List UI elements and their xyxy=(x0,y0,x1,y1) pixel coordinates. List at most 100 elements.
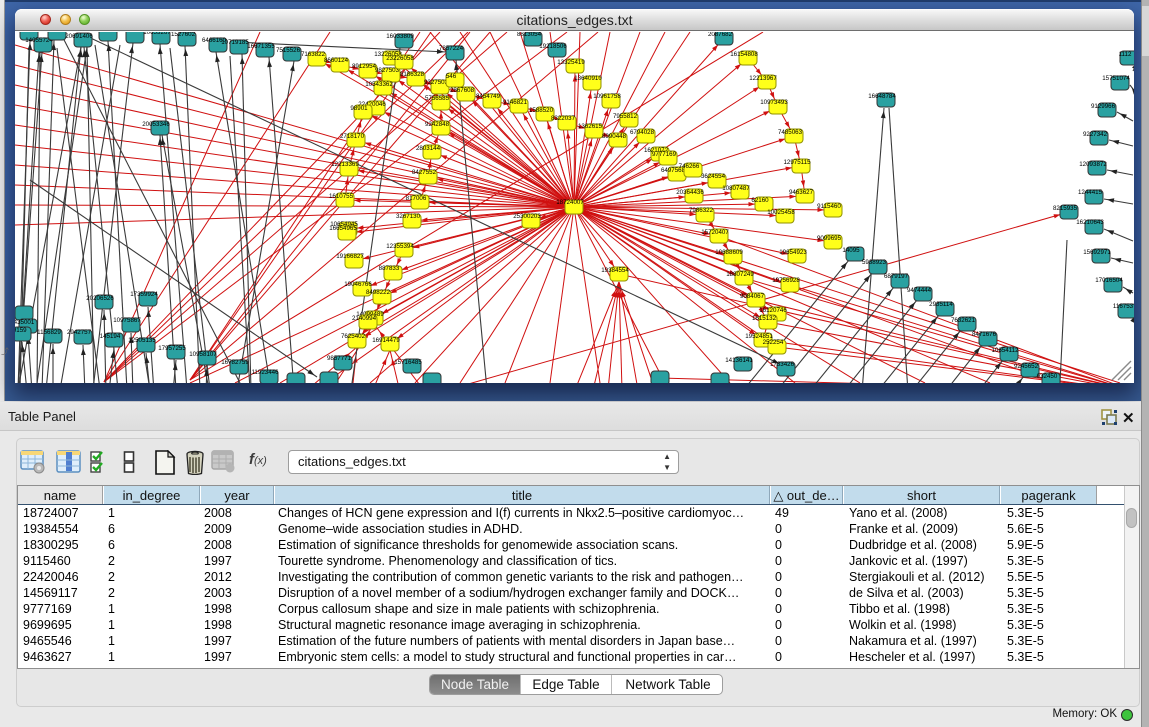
svg-text:2087682: 2087682 xyxy=(708,32,733,38)
svg-text:2935114: 2935114 xyxy=(929,301,953,308)
svg-text:8660124: 8660124 xyxy=(324,57,349,64)
svg-text:8215935: 8215935 xyxy=(1053,205,1078,212)
svg-text:7986322: 7986322 xyxy=(689,207,714,214)
svg-text:19046766: 19046766 xyxy=(344,281,372,288)
svg-text:5756585: 5756585 xyxy=(425,95,450,102)
svg-text:9129966: 9129966 xyxy=(1091,103,1116,110)
svg-text:1615132: 1615132 xyxy=(752,315,777,322)
svg-text:9146821: 9146821 xyxy=(503,99,528,106)
svg-text:10543362: 10543362 xyxy=(365,81,393,88)
svg-text:10975867: 10975867 xyxy=(113,317,141,324)
svg-text:11923446: 11923446 xyxy=(251,369,279,376)
svg-text:9245652: 9245652 xyxy=(1014,363,1039,370)
svg-text:9327503: 9327503 xyxy=(424,79,449,86)
svg-text:16120746: 16120746 xyxy=(759,307,787,314)
svg-text:8322037: 8322037 xyxy=(551,115,576,122)
svg-text:2140994: 2140994 xyxy=(352,315,377,322)
svg-text:15720407: 15720407 xyxy=(701,229,729,236)
svg-text:9777169: 9777169 xyxy=(652,151,677,158)
svg-text:9857771: 9857771 xyxy=(327,355,352,362)
svg-text:12093872: 12093872 xyxy=(1079,161,1107,168)
svg-text:19384554: 19384554 xyxy=(601,267,629,274)
svg-text:9084067: 9084067 xyxy=(740,293,765,300)
svg-text:39159: 39159 xyxy=(15,327,27,334)
svg-text:18724007: 18724007 xyxy=(556,199,584,206)
svg-text:8990448: 8990448 xyxy=(602,133,627,140)
svg-text:8912954: 8912954 xyxy=(352,63,377,70)
svg-text:8813054: 8813054 xyxy=(517,32,542,38)
svg-text:98901: 98901 xyxy=(350,105,368,112)
svg-text:15716485: 15716485 xyxy=(394,359,422,366)
svg-text:1156829: 1156829 xyxy=(37,329,61,336)
svg-text:932450: 932450 xyxy=(1037,373,1058,380)
svg-text:1610755: 1610755 xyxy=(329,193,354,200)
svg-text:7857224: 7857224 xyxy=(439,45,464,52)
svg-text:10688609: 10688609 xyxy=(715,249,743,256)
svg-text:13325419: 13325419 xyxy=(557,59,585,66)
svg-text:16914479: 16914479 xyxy=(372,337,400,344)
svg-text:8186328: 8186328 xyxy=(400,71,425,78)
svg-text:15751074: 15751074 xyxy=(1102,75,1130,82)
svg-text:8471676: 8471676 xyxy=(972,331,997,338)
svg-text:20364436: 20364436 xyxy=(676,189,704,196)
svg-text:16648784: 16648784 xyxy=(868,93,896,100)
svg-text:19166827: 19166827 xyxy=(336,253,364,260)
svg-text:7515526: 7515526 xyxy=(276,47,301,54)
svg-text:6879197: 6879197 xyxy=(884,273,909,280)
svg-text:19756928: 19756928 xyxy=(772,277,800,284)
svg-text:7163822: 7163822 xyxy=(301,51,326,58)
svg-text:15692971: 15692971 xyxy=(1083,249,1111,256)
svg-text:1244415: 1244415 xyxy=(1078,189,1103,196)
svg-text:8454749: 8454749 xyxy=(476,93,501,100)
svg-text:19218506: 19218506 xyxy=(539,43,567,50)
svg-text:10025458: 10025458 xyxy=(767,209,795,216)
svg-text:10973493: 10973493 xyxy=(760,99,788,106)
svg-text:9242848: 9242848 xyxy=(425,121,450,128)
svg-text:9227342: 9227342 xyxy=(1083,131,1108,138)
svg-text:12355394: 12355394 xyxy=(386,243,414,250)
svg-text:16033809: 16033809 xyxy=(386,33,414,40)
svg-text:7632621: 7632621 xyxy=(951,317,976,324)
svg-text:546: 546 xyxy=(446,73,457,80)
svg-text:25300203: 25300203 xyxy=(513,213,541,220)
svg-text:16782759: 16782759 xyxy=(221,359,249,366)
svg-text:62160: 62160 xyxy=(751,197,769,204)
svg-text:12975115: 12975115 xyxy=(783,159,811,166)
svg-text:7955812: 7955812 xyxy=(613,113,638,120)
svg-text:8498222: 8498222 xyxy=(366,289,391,296)
svg-text:3624554: 3624554 xyxy=(701,173,726,180)
svg-text:1588520: 1588520 xyxy=(529,107,554,114)
svg-text:20206526: 20206526 xyxy=(86,295,114,302)
svg-text:13640910: 13640910 xyxy=(574,75,602,82)
svg-text:16654965: 16654965 xyxy=(329,225,357,232)
svg-text:23226058: 23226058 xyxy=(386,55,414,62)
svg-text:1362615: 1362615 xyxy=(578,123,603,130)
svg-text:2867608: 2867608 xyxy=(450,87,475,94)
svg-text:252254: 252254 xyxy=(763,339,784,346)
svg-text:14095: 14095 xyxy=(842,247,860,254)
svg-text:12505135: 12505135 xyxy=(128,337,156,344)
svg-text:12213369: 12213369 xyxy=(331,161,359,168)
svg-text:145194: 145194 xyxy=(100,333,121,340)
svg-text:16210643: 16210643 xyxy=(1076,219,1104,226)
svg-text:17957255: 17957255 xyxy=(158,345,186,352)
svg-text:8427552: 8427552 xyxy=(412,169,437,176)
svg-text:20691406: 20691406 xyxy=(65,33,93,40)
svg-text:16154808: 16154808 xyxy=(730,51,758,58)
svg-text:1733426: 1733426 xyxy=(770,361,795,368)
svg-text:20053346: 20053346 xyxy=(142,121,170,128)
svg-text:1112: 1112 xyxy=(1119,51,1132,58)
svg-text:2803144: 2803144 xyxy=(416,145,441,152)
svg-text:17016504: 17016504 xyxy=(1095,277,1123,284)
svg-text:2942757: 2942757 xyxy=(67,329,92,336)
svg-text:17359924: 17359924 xyxy=(130,291,158,298)
svg-text:18807249: 18807249 xyxy=(726,271,754,278)
svg-text:7485063: 7485063 xyxy=(778,129,803,136)
svg-text:116753: 116753 xyxy=(1113,303,1134,310)
svg-text:10807487: 10807487 xyxy=(722,185,750,192)
svg-text:10958107: 10958107 xyxy=(189,351,217,358)
svg-text:10653267: 10653267 xyxy=(143,32,171,36)
svg-text:9115460: 9115460 xyxy=(817,203,841,210)
svg-text:9463627: 9463627 xyxy=(789,189,814,196)
svg-text:9474444: 9474444 xyxy=(907,287,932,294)
